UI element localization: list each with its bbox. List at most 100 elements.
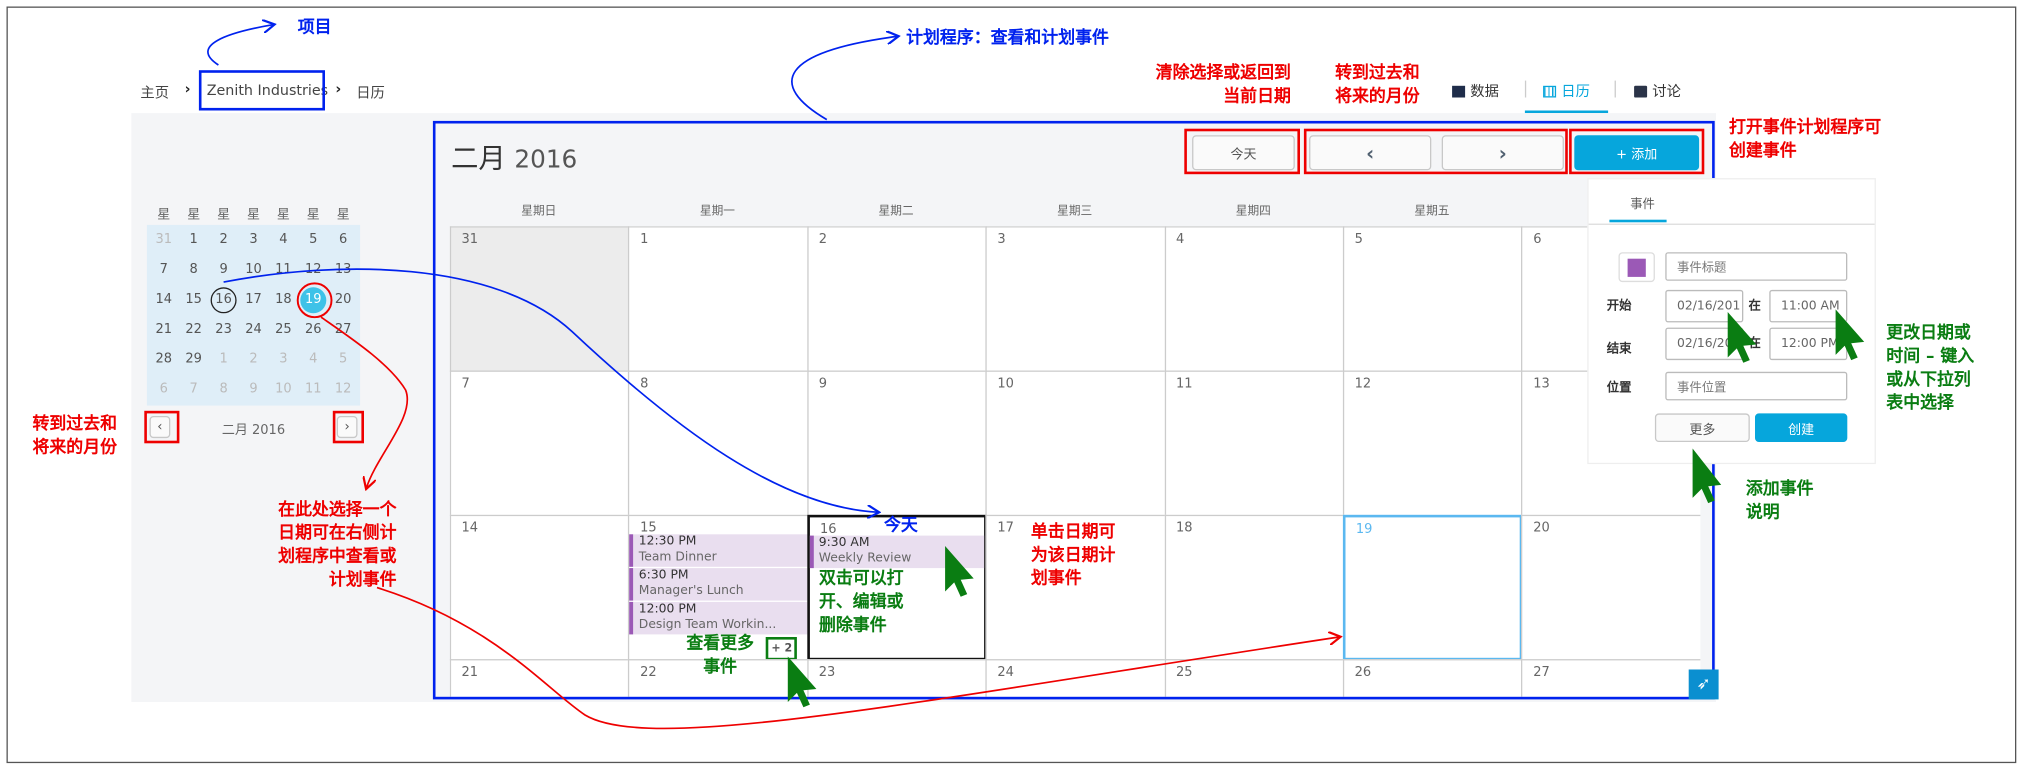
mini-weekday-header: 星: [276, 208, 290, 223]
more-button[interactable]: 更多: [1654, 413, 1750, 442]
tab-calendar[interactable]: 日历: [1543, 81, 1590, 102]
mini-calendar-day[interactable]: 2: [240, 347, 266, 373]
mini-calendar-day[interactable]: 4: [300, 347, 326, 373]
mini-calendar-day[interactable]: 10: [240, 257, 266, 283]
annotation-box-project: [198, 70, 325, 111]
divider: [1588, 223, 1875, 225]
mini-weekday-header: 星: [246, 208, 260, 223]
mini-calendar-day[interactable]: 2: [211, 227, 237, 253]
color-swatch: [1627, 258, 1646, 277]
event-tab-underline: [1609, 219, 1667, 223]
mini-calendar-day[interactable]: 8: [181, 257, 207, 283]
mini-calendar-day[interactable]: 27: [330, 317, 356, 343]
annotation-mini-nav: 转到过去和 将来的月份: [32, 414, 118, 458]
mini-calendar-grid: 31 1 2 3 4 5 6 7 8 9 10 11 12 13 14 15 16 17 18 19 20 21 22 23 2…: [146, 224, 361, 406]
annotation-project: 项目: [297, 18, 332, 38]
folder-icon: [1452, 85, 1466, 98]
mini-calendar-day[interactable]: 25: [270, 317, 296, 343]
annotation-today-button: 清除选择或返回到 当前日期: [1155, 63, 1291, 107]
annotation-change-date: 更改日期或 时间 – 键入 或从下拉列 表中选择: [1886, 323, 1975, 414]
mini-calendar-day[interactable]: 3: [270, 347, 296, 373]
mini-calendar-day[interactable]: 26: [300, 317, 326, 343]
mini-calendar-day[interactable]: 6: [151, 377, 177, 403]
tab-discussion[interactable]: 讨论: [1634, 81, 1681, 102]
mini-calendar-day[interactable]: 19: [300, 287, 327, 314]
mini-calendar-day[interactable]: 7: [151, 257, 177, 283]
at-label: 在: [1748, 336, 1761, 351]
mini-weekday-header: 星: [217, 208, 231, 223]
annotation-planner: 计划程序：查看和计划事件: [906, 28, 1109, 49]
mini-calendar-day[interactable]: 5: [330, 347, 356, 373]
tab-label: 讨论: [1652, 83, 1681, 101]
tab-data[interactable]: 数据: [1452, 81, 1499, 102]
mini-calendar-day[interactable]: 7: [181, 377, 207, 403]
mini-weekday-header: 星: [306, 208, 320, 223]
screenshot-stage: 主页 › Zenith Industries › 日历 数据 日历 讨论 星星星…: [0, 0, 2030, 776]
event-panel: 事件 事件标题 开始 02/16/201 在 11:00 AM 结束 02/16…: [1587, 178, 1876, 465]
mini-calendar-day[interactable]: 1: [181, 227, 207, 253]
annotation-box-planner: [432, 120, 1715, 700]
help-logo-icon[interactable]: ➶: [1688, 669, 1719, 700]
annotation-click-date: 单击日期可 为该日期计 划事件: [1030, 522, 1116, 589]
start-label: 开始: [1606, 299, 1632, 314]
start-time-input[interactable]: 11:00 AM: [1769, 289, 1848, 323]
mini-calendar-day[interactable]: 10: [270, 377, 296, 403]
breadcrumb-home[interactable]: 主页: [140, 82, 169, 103]
annotation-see-more: 查看更多 事件: [686, 634, 754, 678]
location-label: 位置: [1606, 380, 1632, 396]
create-button[interactable]: 创建: [1754, 413, 1848, 442]
mini-calendar-day[interactable]: 12: [330, 377, 356, 403]
mini-calendar-day[interactable]: 4: [270, 227, 296, 253]
mini-calendar-day[interactable]: 8: [211, 377, 237, 403]
annotation-today: 今天: [883, 516, 918, 536]
breadcrumb-separator: ›: [335, 80, 342, 98]
mini-calendar-day[interactable]: 22: [181, 317, 207, 343]
mini-calendar-day[interactable]: 11: [300, 377, 326, 403]
mini-calendar-day[interactable]: 9: [211, 257, 237, 283]
breadcrumb-current: 日历: [356, 84, 385, 102]
mini-month-label: 二月 2016: [221, 423, 286, 439]
location-input[interactable]: 事件位置: [1665, 371, 1848, 401]
mini-calendar-day[interactable]: 11: [270, 257, 296, 283]
annotation-add-description: 添加事件 说明: [1745, 479, 1814, 523]
end-time-input[interactable]: 12:00 PM: [1769, 327, 1848, 361]
mini-calendar-day[interactable]: 3: [240, 227, 266, 253]
color-picker[interactable]: [1618, 252, 1655, 283]
mini-calendar-day[interactable]: 5: [300, 227, 326, 253]
start-date-input[interactable]: 02/16/201: [1665, 289, 1744, 323]
end-date-input[interactable]: 02/16/201: [1665, 327, 1744, 361]
mini-calendar-day[interactable]: 24: [240, 317, 266, 343]
mini-calendar-day[interactable]: 15: [181, 287, 207, 313]
annotation-add-button: 打开事件计划程序可 创建事件: [1728, 118, 1882, 162]
annotation-box: [144, 410, 180, 444]
mini-weekday-header: 星: [187, 208, 201, 223]
tab-label: 数据: [1470, 83, 1499, 101]
mini-calendar-day[interactable]: 28: [151, 347, 177, 373]
mini-calendar-day[interactable]: 20: [330, 287, 356, 313]
breadcrumb-separator: ›: [184, 80, 191, 98]
mini-calendar-day[interactable]: 17: [240, 287, 266, 313]
mini-calendar-day[interactable]: 9: [240, 377, 266, 403]
annotation-box: [332, 410, 364, 444]
event-title-input[interactable]: 事件标题: [1665, 252, 1848, 281]
mini-calendar-day[interactable]: 1: [211, 347, 237, 373]
event-tab[interactable]: 事件: [1630, 194, 1655, 212]
mini-calendar-day[interactable]: 13: [330, 257, 356, 283]
mini-calendar-day[interactable]: 6: [330, 227, 356, 253]
mini-calendar-day[interactable]: 23: [211, 317, 237, 343]
annotation-double-click: 双击可以打 开、编辑或 删除事件: [819, 569, 904, 636]
mini-calendar-day[interactable]: 14: [151, 287, 177, 313]
mini-calendar-day[interactable]: 31: [151, 227, 177, 253]
mini-calendar-day[interactable]: 21: [151, 317, 177, 343]
mini-calendar-day[interactable]: 29: [181, 347, 207, 373]
mini-calendar-day[interactable]: 18: [270, 287, 296, 313]
mini-calendar-day[interactable]: 12: [300, 257, 326, 283]
chat-icon: [1634, 85, 1648, 98]
mini-calendar-day[interactable]: 16: [210, 287, 237, 314]
mini-weekday-header: 星: [336, 208, 350, 223]
at-label: 在: [1748, 299, 1761, 314]
tab-label: 日历: [1561, 83, 1590, 101]
tab-divider: [1524, 80, 1527, 98]
tab-divider: [1614, 80, 1616, 98]
mini-weekday-header: 星: [157, 208, 171, 223]
